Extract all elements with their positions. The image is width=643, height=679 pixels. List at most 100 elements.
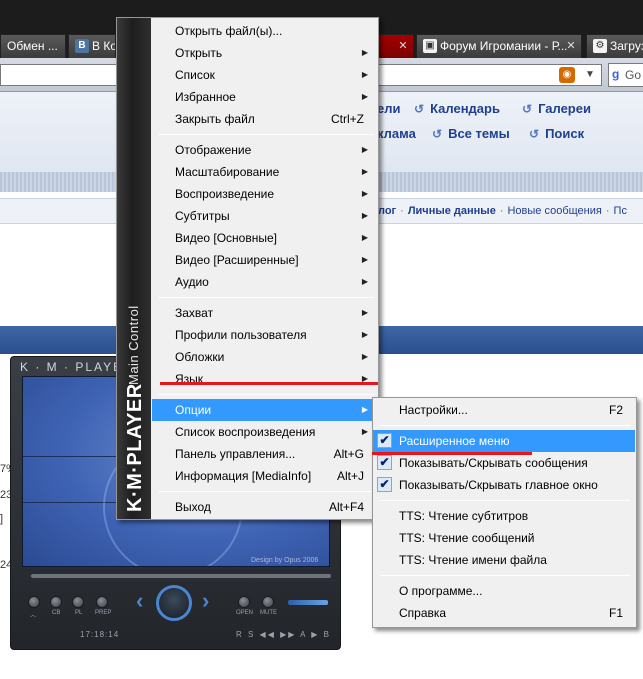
menu-item-close-file[interactable]: Закрыть файл Ctrl+Z (152, 108, 378, 130)
seek-bar[interactable] (30, 573, 332, 579)
menu-item-skins[interactable]: Обложки ▶ (152, 346, 378, 368)
menu-item-options[interactable]: Опции ▶ (152, 399, 378, 421)
checkmark-icon: ✔ (377, 433, 392, 448)
prep-button[interactable] (96, 596, 108, 608)
nav-link-all-topics[interactable]: ↺ Все темы (432, 126, 510, 141)
menu-item-subtitles[interactable]: Субтитры ▶ (152, 205, 378, 227)
submenu-arrow-icon: ▶ (361, 167, 368, 176)
submenu-arrow-icon: ▶ (361, 70, 368, 79)
menu-item-mediainfo[interactable]: Информация [MediaInfo] Alt+J (152, 465, 378, 487)
checkmark-icon: ✔ (377, 477, 392, 492)
submenu-arrow-icon: ▶ (361, 255, 368, 264)
forum-icon: ▣ (423, 39, 437, 53)
menu-item-language[interactable]: Язык ▶ (152, 368, 378, 390)
close-icon[interactable]: ✕ (565, 40, 577, 52)
menu-item-user-profiles[interactable]: Профили пользователя ▶ (152, 324, 378, 346)
browser-tab-download[interactable]: ⚙ Загруз (586, 34, 643, 58)
subnav-link[interactable]: Пс (614, 205, 627, 217)
submenu-arrow-icon: ▶ (361, 211, 368, 220)
open-label: OPEN (236, 610, 254, 616)
menu-item-video-basic[interactable]: Видео [Основные] ▶ (152, 227, 378, 249)
nav-link-search[interactable]: ↺ Поиск (529, 126, 584, 141)
next-icon[interactable]: › (202, 590, 209, 612)
open-button[interactable] (238, 596, 250, 608)
menu-item-audio[interactable]: Аудио ▶ (152, 271, 378, 293)
menu-separator (380, 575, 630, 576)
submenu-arrow-icon: ▶ (361, 92, 368, 101)
swirl-icon: ↺ (529, 127, 540, 141)
subnav-link-new-messages[interactable]: Новые сообщения (507, 205, 601, 217)
mute-label: MUTE (260, 610, 277, 616)
submenu-item-tts-filename[interactable]: TTS: Чтение имени файла (373, 549, 635, 571)
subnav-link-profile[interactable]: Личные данные (408, 205, 496, 217)
menu-item-playlist[interactable]: Список воспроизведения ▶ (152, 421, 378, 443)
download-icon: ⚙ (593, 39, 607, 53)
mute-button[interactable] (262, 596, 274, 608)
search-engine-label: Go (625, 68, 642, 82)
submenu-item-about[interactable]: О программе... (373, 580, 635, 602)
subnav-links: лог · Личные данные · Новые сообщения · Пс (378, 205, 627, 217)
menu-item-open[interactable]: Открыть ▶ (152, 42, 378, 64)
rss-icon[interactable]: ◉ (559, 67, 575, 83)
menu-item-list[interactable]: Список ▶ (152, 64, 378, 86)
menu-item-control-panel[interactable]: Панель управления... Alt+G (152, 443, 378, 465)
nav-link[interactable]: клама (377, 126, 416, 141)
dropdown-arrow-icon[interactable]: ▼ (582, 67, 598, 83)
submenu-item-settings[interactable]: Настройки... F2 (373, 399, 635, 421)
swirl-icon: ↺ (432, 127, 443, 141)
design-credit: Design by Opus 2006 (251, 557, 319, 564)
search-box[interactable]: g Go (608, 63, 643, 87)
submenu-arrow-icon: ▶ (361, 330, 368, 339)
submenu-item-tts-messages[interactable]: TTS: Чтение сообщений (373, 527, 635, 549)
vk-icon: В (75, 39, 89, 53)
nav-link-calendar[interactable]: ↺ Календарь (414, 101, 500, 116)
submenu-arrow-icon: ▶ (361, 427, 368, 436)
volume-slider[interactable] (288, 600, 328, 605)
google-icon: g (612, 67, 620, 81)
browser-tab-forum[interactable]: ▣ Форум Игромании - Р... ✕ (416, 34, 582, 58)
menu-side-label: Main Control (126, 305, 141, 385)
submenu-item-toggle-messages[interactable]: ✔ Показывать/Скрывать сообщения (373, 452, 635, 474)
swirl-icon: ↺ (522, 102, 533, 116)
menu-separator (158, 491, 374, 492)
close-icon[interactable]: ✕ (397, 40, 409, 52)
menu-item-display[interactable]: Отображение ▶ (152, 139, 378, 161)
menu-separator (380, 425, 630, 426)
submenu-arrow-icon: ▶ (361, 405, 368, 414)
annotation-underline (160, 382, 378, 385)
player-controls: ︿ CB PL PREP ‹ › OPEN MUTE 17:18:14 R S … (22, 584, 330, 644)
tab-title: В Ко (92, 39, 116, 53)
nav-link-galleries[interactable]: ↺ Галереи (522, 101, 591, 116)
pl-button[interactable] (72, 596, 84, 608)
menu-item-capture[interactable]: Захват ▶ (152, 302, 378, 324)
menu-item-scaling[interactable]: Масштабирование ▶ (152, 161, 378, 183)
menu-item-favorites[interactable]: Избранное ▶ (152, 86, 378, 108)
prep-label: PREP (95, 610, 112, 616)
tab-title: Обмен ... (7, 39, 58, 53)
kmplayer-logo: K·M·PLAYER (124, 383, 146, 512)
submenu-item-toggle-main-window[interactable]: ✔ Показывать/Скрывать главное окно (373, 474, 635, 496)
nav-link[interactable]: ели (377, 101, 400, 116)
play-button[interactable] (156, 585, 192, 621)
menu-item-open-files[interactable]: Открыть файл(ы)... (152, 20, 378, 42)
menu-item-exit[interactable]: Выход Alt+F4 (152, 496, 378, 518)
menu-item-playback[interactable]: Воспроизведение ▶ (152, 183, 378, 205)
subnav-link[interactable]: лог (378, 205, 396, 217)
submenu-item-tts-subtitles[interactable]: TTS: Чтение субтитров (373, 505, 635, 527)
previous-icon[interactable]: ‹ (136, 590, 143, 612)
annotation-underline (372, 452, 532, 455)
submenu-item-extended-menu[interactable]: ✔ Расширенное меню (373, 430, 635, 452)
control-button[interactable] (28, 596, 40, 608)
time-display: 17:18:14 (80, 630, 120, 639)
pl-label: PL (75, 610, 83, 616)
browser-tab-vk[interactable]: ВВ Ко (68, 34, 116, 58)
submenu-item-help[interactable]: Справка F1 (373, 602, 635, 624)
submenu-arrow-icon: ▶ (361, 308, 368, 317)
up-icon: ︿ (30, 613, 37, 619)
browser-tab[interactable]: Обмен ... (0, 34, 66, 58)
submenu-arrow-icon: ▶ (361, 145, 368, 154)
cb-button[interactable] (50, 596, 62, 608)
swirl-icon: ↺ (414, 102, 425, 116)
submenu-arrow-icon: ▶ (361, 48, 368, 57)
menu-item-video-advanced[interactable]: Видео [Расширенные] ▶ (152, 249, 378, 271)
